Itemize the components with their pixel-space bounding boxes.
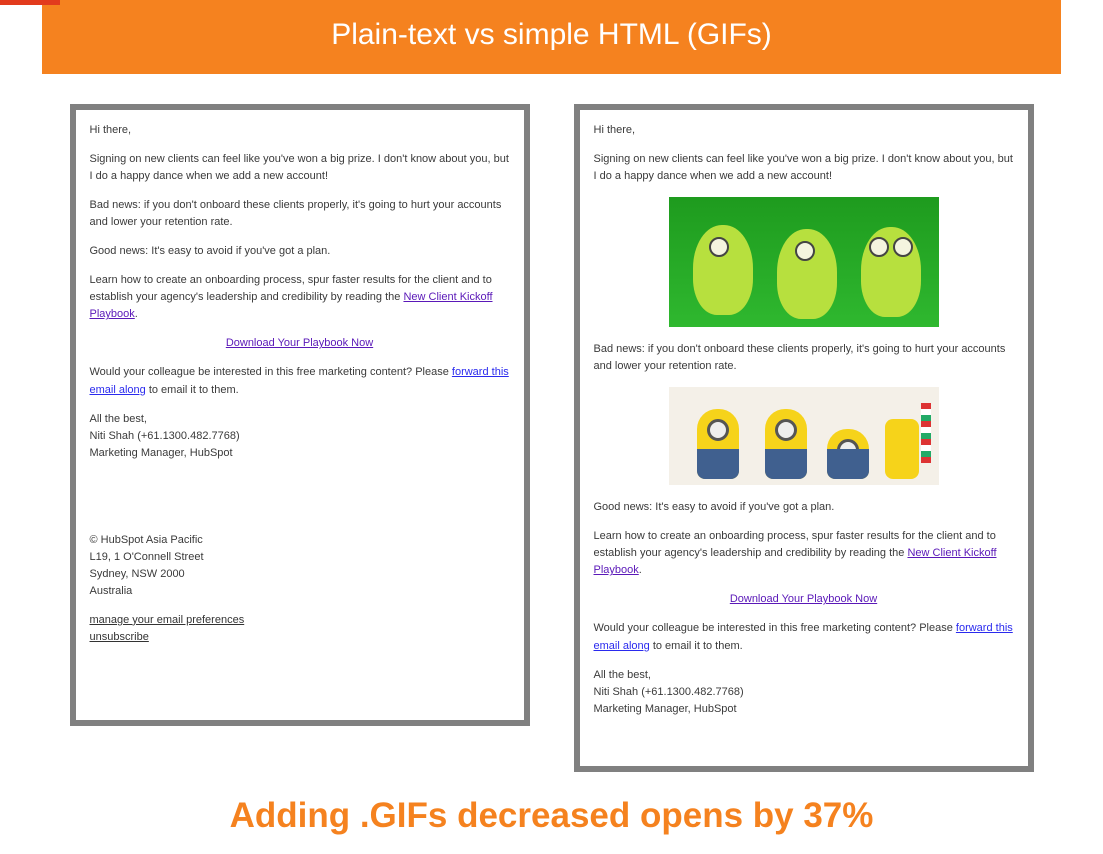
title-text: Plain-text vs simple HTML (GIFs) xyxy=(331,18,772,51)
para-good-news: Good news: It's easy to avoid if you've … xyxy=(90,243,510,260)
para-learn-end: . xyxy=(639,564,642,576)
para-intro: Signing on new clients can feel like you… xyxy=(594,151,1014,185)
download-playbook-link[interactable]: Download Your Playbook Now xyxy=(730,593,877,605)
manage-preferences-link[interactable]: manage your email preferences xyxy=(90,614,245,626)
para-forward-a: Would your colleague be interested in th… xyxy=(594,622,956,634)
para-bad-news: Bad news: if you don't onboard these cli… xyxy=(90,197,510,231)
footer-addr-1: L19, 1 O'Connell Street xyxy=(90,549,510,566)
footer-addr-3: Australia xyxy=(90,583,510,600)
sig-line-2: Niti Shah (+61.1300.482.7768) xyxy=(90,428,510,445)
title-banner: Plain-text vs simple HTML (GIFs) xyxy=(42,0,1061,74)
para-forward-b: to email it to them. xyxy=(146,384,239,396)
para-intro: Signing on new clients can feel like you… xyxy=(90,151,510,185)
accent-strip xyxy=(0,0,60,5)
minions-walking-gif xyxy=(669,387,939,485)
unsubscribe-link[interactable]: unsubscribe xyxy=(90,631,149,643)
para-forward: Would your colleague be interested in th… xyxy=(90,364,510,398)
para-forward: Would your colleague be interested in th… xyxy=(594,620,1014,654)
greeting: Hi there, xyxy=(90,122,510,139)
para-learn-end: . xyxy=(135,308,138,320)
results-headline-text: Adding .GIFs decreased opens by 37% xyxy=(230,796,874,835)
download-playbook-link[interactable]: Download Your Playbook Now xyxy=(226,337,373,349)
sig-line-2: Niti Shah (+61.1300.482.7768) xyxy=(594,684,1014,701)
plain-text-email: Hi there, Signing on new clients can fee… xyxy=(70,104,530,726)
sig-line-3: Marketing Manager, HubSpot xyxy=(594,701,1014,718)
html-gif-email: Hi there, Signing on new clients can fee… xyxy=(574,104,1034,772)
footer-company: © HubSpot Asia Pacific xyxy=(90,532,510,549)
cta-row: Download Your Playbook Now xyxy=(594,591,1014,608)
para-learn: Learn how to create an onboarding proces… xyxy=(594,528,1014,579)
minions-green-gif xyxy=(669,197,939,327)
para-forward-a: Would your colleague be interested in th… xyxy=(90,366,452,378)
footer-addr-2: Sydney, NSW 2000 xyxy=(90,566,510,583)
sig-line-1: All the best, xyxy=(594,667,1014,684)
comparison-columns: Hi there, Signing on new clients can fee… xyxy=(0,74,1103,772)
para-bad-news: Bad news: if you don't onboard these cli… xyxy=(594,341,1014,375)
sig-line-3: Marketing Manager, HubSpot xyxy=(90,445,510,462)
sig-line-1: All the best, xyxy=(90,411,510,428)
para-learn: Learn how to create an onboarding proces… xyxy=(90,272,510,323)
spacer xyxy=(90,474,510,532)
para-forward-b: to email it to them. xyxy=(650,640,743,652)
results-headline: Adding .GIFs decreased opens by 37% xyxy=(0,796,1103,836)
cta-row: Download Your Playbook Now xyxy=(90,335,510,352)
para-good-news: Good news: It's easy to avoid if you've … xyxy=(594,499,1014,516)
greeting: Hi there, xyxy=(594,122,1014,139)
